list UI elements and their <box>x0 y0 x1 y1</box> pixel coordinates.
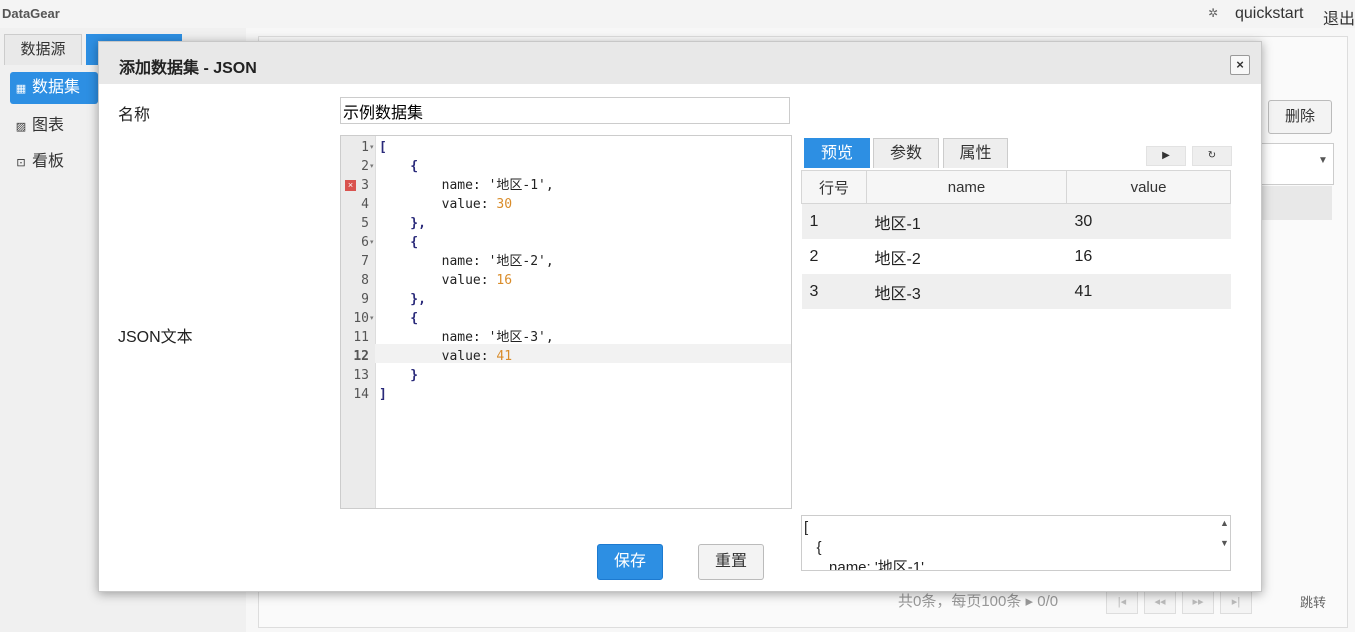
column-header-value[interactable]: value <box>1066 170 1231 204</box>
nav-item-label: 图表 <box>32 117 65 134</box>
table-cell: 3 <box>801 274 867 309</box>
refresh-icon[interactable]: ↻ <box>1192 146 1232 166</box>
line-number: 7 <box>361 254 369 269</box>
last-page-button[interactable]: ▸| <box>1220 590 1252 614</box>
scroll-up-icon[interactable]: ▲ <box>1220 518 1229 528</box>
code-line[interactable]: { <box>379 309 418 328</box>
save-button[interactable]: 保存 <box>597 544 663 580</box>
tab-preview[interactable]: 预览 <box>804 138 870 168</box>
line-number: 11 <box>353 330 369 345</box>
table-row[interactable]: 2 地区-2 16 <box>802 239 1231 274</box>
table-cell: 地区-2 <box>874 250 921 268</box>
line-number: 10 <box>353 311 369 326</box>
json-label: JSON文本 <box>118 329 193 346</box>
line-number: 4 <box>361 197 369 212</box>
top-bar <box>0 0 1355 28</box>
line-number: 2 <box>361 159 369 174</box>
json-editor[interactable]: × 1 ▾[2 ▾ {3 name: '地区-1', 4 value: 30 5 }, 6… <box>340 135 792 509</box>
prev-page-button[interactable]: ◂◂ <box>1144 590 1176 614</box>
tab-datasource[interactable]: 数据源 <box>4 34 82 65</box>
logout-link[interactable]: 退出 <box>1323 5 1355 29</box>
table-cell: 地区-1 <box>866 203 1067 239</box>
code-line[interactable]: }, <box>379 290 426 309</box>
grid-icon: ▦ <box>15 83 27 95</box>
tab-properties[interactable]: 属性 <box>943 138 1008 168</box>
name-input[interactable] <box>340 97 790 124</box>
preview-table: 行号 name value 1 地区-1 30 2 地区-2 16 3 地区-3 41 <box>801 170 1231 309</box>
board-icon: ⊡ <box>16 157 26 169</box>
column-header-name[interactable]: name <box>866 170 1067 204</box>
code-line[interactable]: } <box>379 366 418 385</box>
code-line[interactable]: ] <box>379 385 387 404</box>
nav-item-label: 看板 <box>32 153 65 170</box>
code-line[interactable]: { <box>379 233 418 252</box>
pager-info: 共0条，每页100条 ▸ 0/0 <box>898 593 1059 610</box>
jump-button[interactable]: 跳转 <box>1300 592 1326 611</box>
play-icon[interactable]: ▶ <box>1146 146 1186 166</box>
table-header-row: 行号 name value <box>801 170 1231 204</box>
line-number: 6 <box>361 235 369 250</box>
code-line[interactable]: value: 41 <box>379 347 512 366</box>
gear-icon[interactable]: ✲ <box>1208 6 1218 20</box>
line-number: 8 <box>361 273 369 288</box>
nav-item-dataset[interactable]: ▦ 数据集 <box>10 72 98 104</box>
dialog-title-bar[interactable] <box>99 42 1261 84</box>
next-page-button[interactable]: ▸▸ <box>1182 590 1214 614</box>
scroll-down-icon[interactable]: ▼ <box>1220 538 1229 548</box>
code-line[interactable]: }, <box>379 214 426 233</box>
code-line[interactable]: { <box>379 157 418 176</box>
line-number: 3 <box>361 178 369 193</box>
nav-item-label: 数据集 <box>32 79 81 96</box>
nav-item-dashboard[interactable]: ⊡ 看板 <box>10 146 98 178</box>
result-text: [ { name: '地区-1' <box>804 519 924 571</box>
code-line[interactable]: name: '地区-2', <box>379 252 554 271</box>
table-row[interactable]: 3 地区-3 41 <box>801 274 1231 309</box>
name-label: 名称 <box>118 107 151 124</box>
table-cell: 30 <box>1066 203 1231 239</box>
line-number: 14 <box>353 387 369 402</box>
code-line[interactable]: name: '地区-3', <box>379 328 554 347</box>
code-line[interactable]: value: 16 <box>379 271 512 290</box>
code-line[interactable]: value: 30 <box>379 195 512 214</box>
delete-button[interactable]: 删除 <box>1268 100 1332 134</box>
app-brand: DataGear <box>2 6 60 21</box>
table-cell: 16 <box>1074 247 1093 265</box>
dialog-title: 添加数据集 - JSON <box>119 60 257 77</box>
tab-params[interactable]: 参数 <box>873 138 939 168</box>
line-number: 12 <box>353 349 369 364</box>
add-dataset-dialog: 添加数据集 - JSON × 名称 JSON文本 × 1▾[2▾ {3 name… <box>98 41 1262 592</box>
code-line[interactable]: name: '地区-1', <box>379 176 554 195</box>
table-cell: 2 <box>809 247 819 265</box>
line-number: 13 <box>353 368 369 383</box>
table-cell: 1 <box>801 203 867 239</box>
table-cell: 地区-3 <box>866 274 1067 309</box>
nav-item-chart[interactable]: ▨ 图表 <box>10 110 98 142</box>
line-number: 1 <box>361 140 369 155</box>
result-textarea[interactable]: [ { name: '地区-1' ▲ ▼ <box>801 515 1231 571</box>
table-cell: 41 <box>1066 274 1231 309</box>
fold-toggle-icon[interactable]: ▾ <box>370 143 374 151</box>
code-line[interactable]: [ <box>379 138 387 157</box>
first-page-button[interactable]: |◂ <box>1106 590 1138 614</box>
fold-toggle-icon[interactable]: ▾ <box>370 238 374 246</box>
table-row[interactable]: 1 地区-1 30 <box>801 203 1231 239</box>
close-button[interactable]: × <box>1230 55 1250 75</box>
fold-toggle-icon[interactable]: ▾ <box>370 162 374 170</box>
reset-button[interactable]: 重置 <box>698 544 764 580</box>
line-number: 5 <box>361 216 369 231</box>
column-header-rownum[interactable]: 行号 <box>801 170 867 204</box>
user-name-link[interactable]: quickstart <box>1235 5 1303 23</box>
fold-toggle-icon[interactable]: ▾ <box>370 314 374 322</box>
line-number: 9 <box>361 292 369 307</box>
chevron-down-icon[interactable]: ▼ <box>1318 155 1328 166</box>
image-icon: ▨ <box>15 121 27 133</box>
